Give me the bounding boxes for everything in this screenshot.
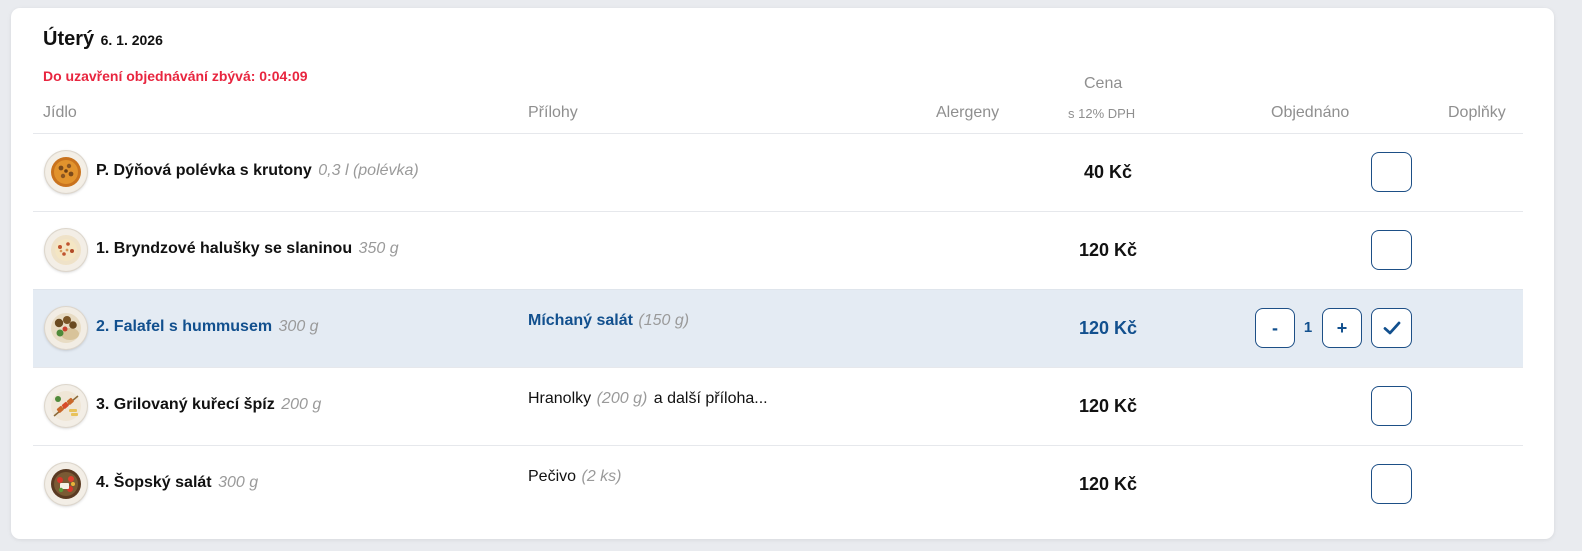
column-header-allergens: Alergeny — [936, 104, 1000, 121]
side-dish-amount: (200 g) — [596, 390, 648, 407]
meal-row: P. Dýňová polévka s krutony 0,3 l (polév… — [33, 133, 1523, 211]
pumpkin-soup-icon — [45, 151, 87, 193]
column-header-sides: Přílohy — [528, 104, 578, 121]
meal-price: 120 Kč — [1078, 240, 1138, 260]
side-dish[interactable]: Pečivo (2 ks) — [528, 468, 621, 486]
column-header-ordered: Objednáno — [1271, 104, 1350, 121]
side-dish[interactable]: Míchaný salát (150 g) — [528, 312, 689, 330]
order-checkbox[interactable] — [1371, 464, 1412, 504]
column-header-price-note: s 12% DPH — [1068, 106, 1136, 121]
meal-name: 1. Bryndzové halušky se slaninou — [96, 240, 353, 257]
order-quantity: 1 — [1303, 319, 1313, 336]
meal-list: P. Dýňová polévka s krutony 0,3 l (polév… — [33, 133, 1523, 523]
increase-quantity-button[interactable]: + — [1322, 308, 1362, 348]
meal-name: 2. Falafel s hummusem — [96, 318, 273, 335]
day-name: Úterý — [43, 28, 95, 50]
meal-amount: 300 g — [278, 318, 319, 335]
side-dish[interactable]: Hranolky (200 g) a další příloha... — [528, 390, 768, 408]
column-header-extras: Doplňky — [1448, 104, 1506, 121]
menu-card: Úterý 6. 1. 2026 Do uzavření objednávání… — [11, 8, 1554, 539]
order-countdown: Do uzavření objednávání zbývá: 0:04:09 — [43, 68, 308, 84]
meal-name: 4. Šopský salát — [96, 474, 212, 491]
meal-info: 1. Bryndzové halušky se slaninou 350 g — [96, 240, 399, 258]
meal-price: 120 Kč — [1078, 318, 1138, 338]
meal-row: 4. Šopský salát 300 g Pečivo (2 ks) 120 … — [33, 445, 1523, 523]
meal-price: 40 Kč — [1083, 162, 1133, 182]
meal-name: P. Dýňová polévka s krutony — [96, 162, 312, 179]
column-header-price: Cena — [1084, 75, 1123, 92]
shopska-salad-icon — [45, 463, 87, 505]
side-dish-more: a další příloha... — [653, 390, 768, 407]
falafel-icon — [45, 307, 87, 349]
meal-row: 3. Grilovaný kuřecí špíz 200 g Hranolky … — [33, 367, 1523, 445]
meal-info: 3. Grilovaný kuřecí špíz 200 g — [96, 396, 321, 414]
meal-amount: 0,3 l (polévka) — [318, 162, 419, 179]
side-dish-amount: (150 g) — [638, 312, 690, 329]
order-checkbox[interactable] — [1371, 230, 1412, 270]
halusky-icon — [45, 229, 87, 271]
column-header-meal: Jídlo — [43, 104, 77, 121]
day-header: Úterý 6. 1. 2026 — [43, 28, 163, 51]
side-dish-name: Míchaný salát — [528, 312, 633, 329]
meal-row-selected: 2. Falafel s hummusem 300 g Míchaný salá… — [33, 289, 1523, 367]
meal-name: 3. Grilovaný kuřecí špíz — [96, 396, 275, 413]
side-dish-name: Pečivo — [528, 468, 577, 485]
decrease-quantity-button[interactable]: - — [1255, 308, 1295, 348]
meal-info: 4. Šopský salát 300 g — [96, 474, 258, 492]
meal-info: P. Dýňová polévka s krutony 0,3 l (polév… — [96, 162, 419, 180]
meal-price: 120 Kč — [1078, 474, 1138, 494]
order-checkbox[interactable] — [1371, 386, 1412, 426]
side-dish-amount: (2 ks) — [581, 468, 622, 485]
checkmark-icon — [1383, 321, 1400, 335]
order-checkbox[interactable] — [1371, 152, 1412, 192]
meal-row: 1. Bryndzové halušky se slaninou 350 g 1… — [33, 211, 1523, 289]
meal-price: 120 Kč — [1078, 396, 1138, 416]
order-checkbox-checked[interactable] — [1371, 308, 1412, 348]
meal-amount: 350 g — [358, 240, 399, 257]
chicken-skewer-icon — [45, 385, 87, 427]
side-dish-name: Hranolky — [528, 390, 592, 407]
day-date: 6. 1. 2026 — [100, 32, 163, 48]
meal-amount: 300 g — [218, 474, 259, 491]
meal-amount: 200 g — [281, 396, 322, 413]
meal-info: 2. Falafel s hummusem 300 g — [96, 318, 319, 336]
